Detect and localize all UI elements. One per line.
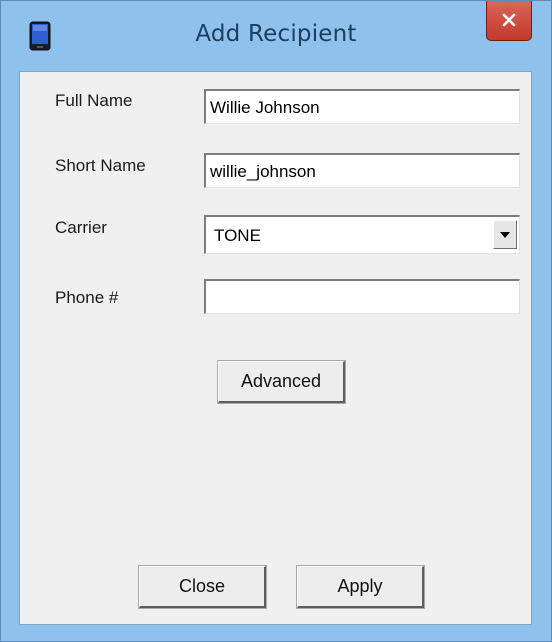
carrier-selected-value: TONE xyxy=(214,226,261,245)
add-recipient-dialog: Add Recipient Full Name Willie Johnson S… xyxy=(0,0,552,642)
short-name-field[interactable]: willie_johnson xyxy=(204,153,520,188)
dialog-body: Full Name Willie Johnson Short Name will… xyxy=(19,71,532,625)
advanced-button[interactable]: Advanced xyxy=(217,360,346,404)
phone-field[interactable] xyxy=(204,279,520,314)
close-button[interactable]: Close xyxy=(138,565,267,609)
short-name-label: Short Name xyxy=(55,156,146,175)
close-window-button[interactable] xyxy=(486,1,532,41)
title-bar[interactable]: Add Recipient xyxy=(1,1,551,71)
carrier-select[interactable]: TONE xyxy=(204,215,520,254)
full-name-label: Full Name xyxy=(55,91,133,110)
carrier-label: Carrier xyxy=(55,218,107,237)
full-name-field[interactable]: Willie Johnson xyxy=(204,89,520,124)
carrier-dropdown-button[interactable] xyxy=(493,220,517,249)
window-title: Add Recipient xyxy=(195,21,357,47)
phone-label: Phone # xyxy=(55,288,119,307)
apply-button[interactable]: Apply xyxy=(296,565,425,609)
